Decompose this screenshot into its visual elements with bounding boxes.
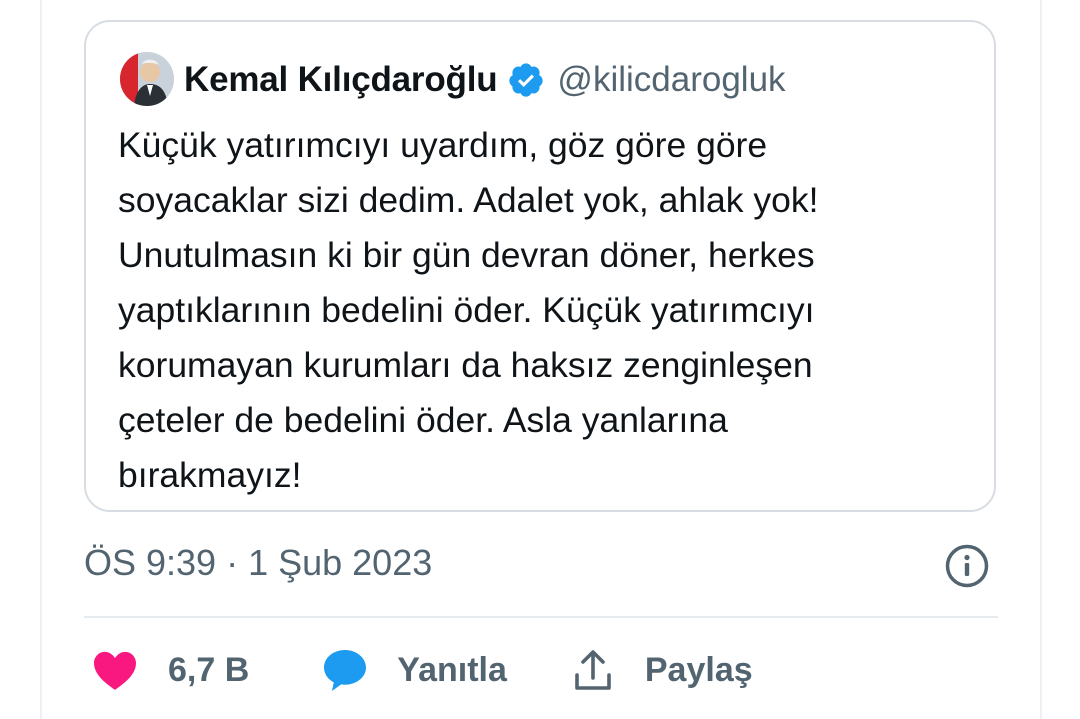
avatar[interactable] — [120, 52, 174, 106]
tweet-meta-row: ÖS 9:39 · 1 Şub 2023 — [84, 540, 432, 586]
share-button[interactable]: Paylaş — [573, 638, 753, 702]
action-bar: 6,7 B Yanıtla Paylaş — [84, 638, 753, 702]
heart-icon — [94, 651, 136, 690]
author-handle[interactable]: @kilicdarogluk — [557, 60, 785, 100]
reply-bubble-icon — [324, 650, 367, 691]
divider — [84, 616, 998, 618]
author-name[interactable]: Kemal Kılıçdaroğlu — [184, 60, 498, 100]
author-row: Kemal Kılıçdaroğlu @kilicdarogluk — [184, 58, 786, 102]
info-icon[interactable] — [944, 543, 990, 589]
like-count[interactable]: 6,7 B — [168, 651, 249, 690]
avatar-image — [120, 52, 174, 106]
tweet-text: Küçük yatırımcıyı uyardım, göz göre göre… — [118, 125, 819, 495]
timestamp[interactable]: ÖS 9:39 · 1 Şub 2023 — [84, 542, 432, 584]
reply-label: Yanıtla — [397, 650, 507, 689]
verified-badge-icon — [509, 63, 544, 97]
share-label: Paylaş — [644, 650, 753, 689]
like-button[interactable]: 6,7 B — [84, 638, 249, 702]
share-icon — [575, 650, 611, 690]
quoted-tweet-card[interactable]: Kemal Kılıçdaroğlu @kilicdarogluk Küçük … — [84, 20, 996, 512]
reply-button[interactable]: Yanıtla — [321, 638, 507, 702]
frame-right-line — [1040, 0, 1042, 719]
frame-left-line — [40, 0, 42, 719]
